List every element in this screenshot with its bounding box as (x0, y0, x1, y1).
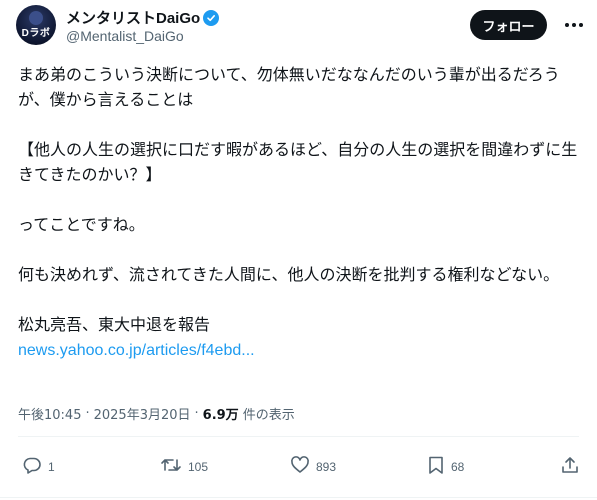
views-label: 件の表示 (242, 408, 295, 423)
tweet-text-line: ってことですね。 (18, 215, 145, 234)
reply-button[interactable]: 1 (22, 455, 55, 479)
meta-separator: · (194, 406, 199, 421)
repost-count: 105 (188, 460, 209, 474)
tweet-meta: 午後10:45 · 2025年3月20日 · 6.9万 件の表示 (18, 404, 295, 423)
avatar[interactable]: Dラボ (16, 5, 56, 45)
follow-button[interactable]: フォロー (470, 10, 547, 40)
share-icon (560, 455, 580, 479)
bookmark-button[interactable]: 68 (427, 455, 464, 479)
tweet-body: まあ弟のこういう決断について、勿体無いだななんだのいう輩が出るだろうが、僕から言… (18, 62, 584, 363)
more-horizontal-icon[interactable] (562, 13, 586, 37)
author-handle[interactable]: @Mentalist_DaiGo (66, 28, 184, 44)
like-button[interactable]: 893 (290, 455, 336, 479)
heart-icon (290, 455, 310, 479)
meta-separator: · (85, 406, 90, 421)
article-link[interactable]: news.yahoo.co.jp/articles/f4ebd... (18, 342, 255, 359)
reply-icon (22, 455, 42, 479)
tweet-text-line: まあ弟のこういう決断について、勿体無いだななんだのいう輩が出るだろうが、僕から言… (18, 65, 560, 109)
tweet-text-line: 松丸亮吾、東大中退を報告 (18, 315, 211, 334)
divider (0, 497, 597, 498)
action-bar: 1 105 893 68 (20, 455, 583, 479)
bookmark-count: 68 (451, 460, 465, 474)
reply-count: 1 (48, 460, 55, 474)
views-count: 6.9万 (202, 408, 239, 423)
bookmark-icon (427, 455, 445, 479)
share-button[interactable] (560, 455, 580, 479)
tweet-text-line: 何も決めれず、流されてきた人間に、他人の決断を批判する権利などない。 (18, 265, 560, 284)
divider (18, 436, 579, 437)
tweet-card: Dラボ メンタリストDaiGo @Mentalist_DaiGo フォロー まあ… (0, 0, 597, 500)
repost-icon (160, 455, 182, 479)
like-count: 893 (316, 460, 337, 474)
avatar-label: Dラボ (21, 28, 51, 39)
verified-badge-icon (203, 9, 220, 26)
tweet-time[interactable]: 午後10:45 (18, 404, 81, 423)
tweet-text-line: 【他人の人生の選択に口だす暇があるほど、自分の人生の選択を間違わずに生きてきたの… (18, 140, 578, 184)
author-name-row: メンタリストDaiGo (66, 7, 220, 28)
repost-button[interactable]: 105 (160, 455, 208, 479)
author-display-name[interactable]: メンタリストDaiGo (66, 7, 200, 28)
avatar-figure (29, 11, 43, 25)
tweet-date[interactable]: 2025年3月20日 (94, 404, 191, 423)
